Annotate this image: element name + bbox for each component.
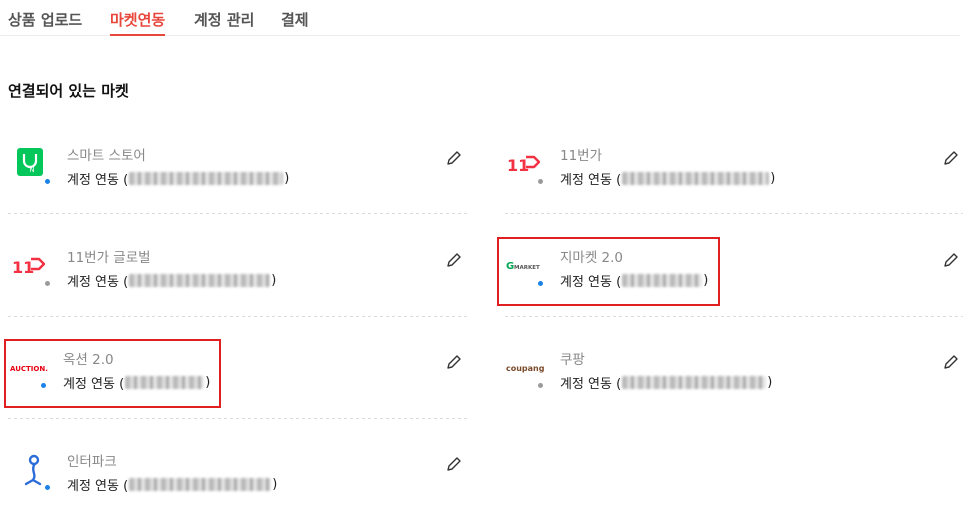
account-link-close: )	[271, 273, 277, 288]
market-name: 쿠팡	[560, 352, 585, 368]
account-link-text: 계정 연동 ( )	[560, 169, 775, 188]
highlight-box-gmarket	[497, 237, 720, 306]
edit-pencil-icon[interactable]	[941, 352, 961, 372]
blurred-account-id	[622, 376, 767, 389]
edit-pencil-icon[interactable]	[444, 250, 464, 270]
market-card-interpark: 인터파크 계정 연동 ( )	[12, 448, 482, 512]
svg-text:11: 11	[507, 156, 529, 175]
edit-pencil-icon[interactable]	[941, 250, 961, 270]
market-card-smartstore: N 스마트 스토어 계정 연동 ( )	[12, 142, 482, 222]
market-card-11st: 11 11번가 계정 연동 ( )	[505, 142, 975, 222]
blurred-account-id	[622, 172, 770, 185]
account-link-label: 계정 연동 (	[67, 173, 129, 188]
account-link-label: 계정 연동 (	[560, 173, 622, 188]
connection-status-dot	[44, 484, 51, 491]
highlight-box-auction	[4, 339, 221, 408]
account-link-label: 계정 연동 (	[67, 479, 129, 494]
market-card-11st-global: 11 11번가 글로벌 계정 연동 ( )	[12, 244, 482, 324]
naver-smartstore-logo-icon: N	[12, 142, 62, 192]
account-link-close: )	[770, 171, 776, 186]
account-link-text: 계정 연동 ( )	[560, 373, 772, 392]
blurred-account-id	[129, 172, 284, 185]
connection-status-dot	[537, 178, 544, 185]
account-link-close: )	[767, 375, 773, 390]
tab-bar: 상품 업로드 마켓연동 계정 관리 결제	[0, 0, 960, 36]
market-name: 인터파크	[67, 454, 117, 470]
connection-status-dot	[44, 280, 51, 287]
market-card-coupang: coupang 쿠팡 계정 연동 ( )	[505, 346, 975, 426]
connection-status-dot	[44, 178, 51, 185]
market-name: 11번가	[560, 148, 603, 164]
edit-pencil-icon[interactable]	[444, 454, 464, 474]
blurred-account-id	[129, 478, 272, 491]
connection-status-dot	[537, 382, 544, 389]
market-name: 11번가 글로벌	[67, 250, 151, 266]
account-link-text: 계정 연동 ( )	[67, 475, 277, 494]
11st-logo-icon: 11	[505, 142, 555, 192]
section-title: 연결되어 있는 마켓	[8, 82, 129, 100]
account-link-text: 계정 연동 ( )	[67, 271, 276, 290]
edit-pencil-icon[interactable]	[444, 352, 464, 372]
svg-text:N: N	[29, 166, 34, 174]
account-link-label: 계정 연동 (	[67, 275, 129, 290]
edit-pencil-icon[interactable]	[941, 148, 961, 168]
account-link-close: )	[284, 171, 290, 186]
coupang-logo-icon: coupang	[505, 346, 555, 396]
blurred-account-id	[129, 274, 271, 287]
tab-market-integration[interactable]: 마켓연동	[110, 9, 166, 36]
11st-global-logo-icon: 11	[12, 244, 62, 294]
market-name: 스마트 스토어	[67, 148, 146, 164]
account-link-label: 계정 연동 (	[560, 377, 622, 392]
svg-text:coupang: coupang	[506, 364, 545, 373]
svg-text:11: 11	[12, 258, 34, 277]
tab-product-upload[interactable]: 상품 업로드	[8, 9, 82, 36]
account-link-close: )	[272, 477, 278, 492]
interpark-logo-icon	[12, 448, 62, 498]
account-link-text: 계정 연동 ( )	[67, 169, 289, 188]
tab-payment[interactable]: 결제	[281, 9, 309, 36]
tab-account-management[interactable]: 계정 관리	[194, 9, 254, 36]
edit-pencil-icon[interactable]	[444, 148, 464, 168]
